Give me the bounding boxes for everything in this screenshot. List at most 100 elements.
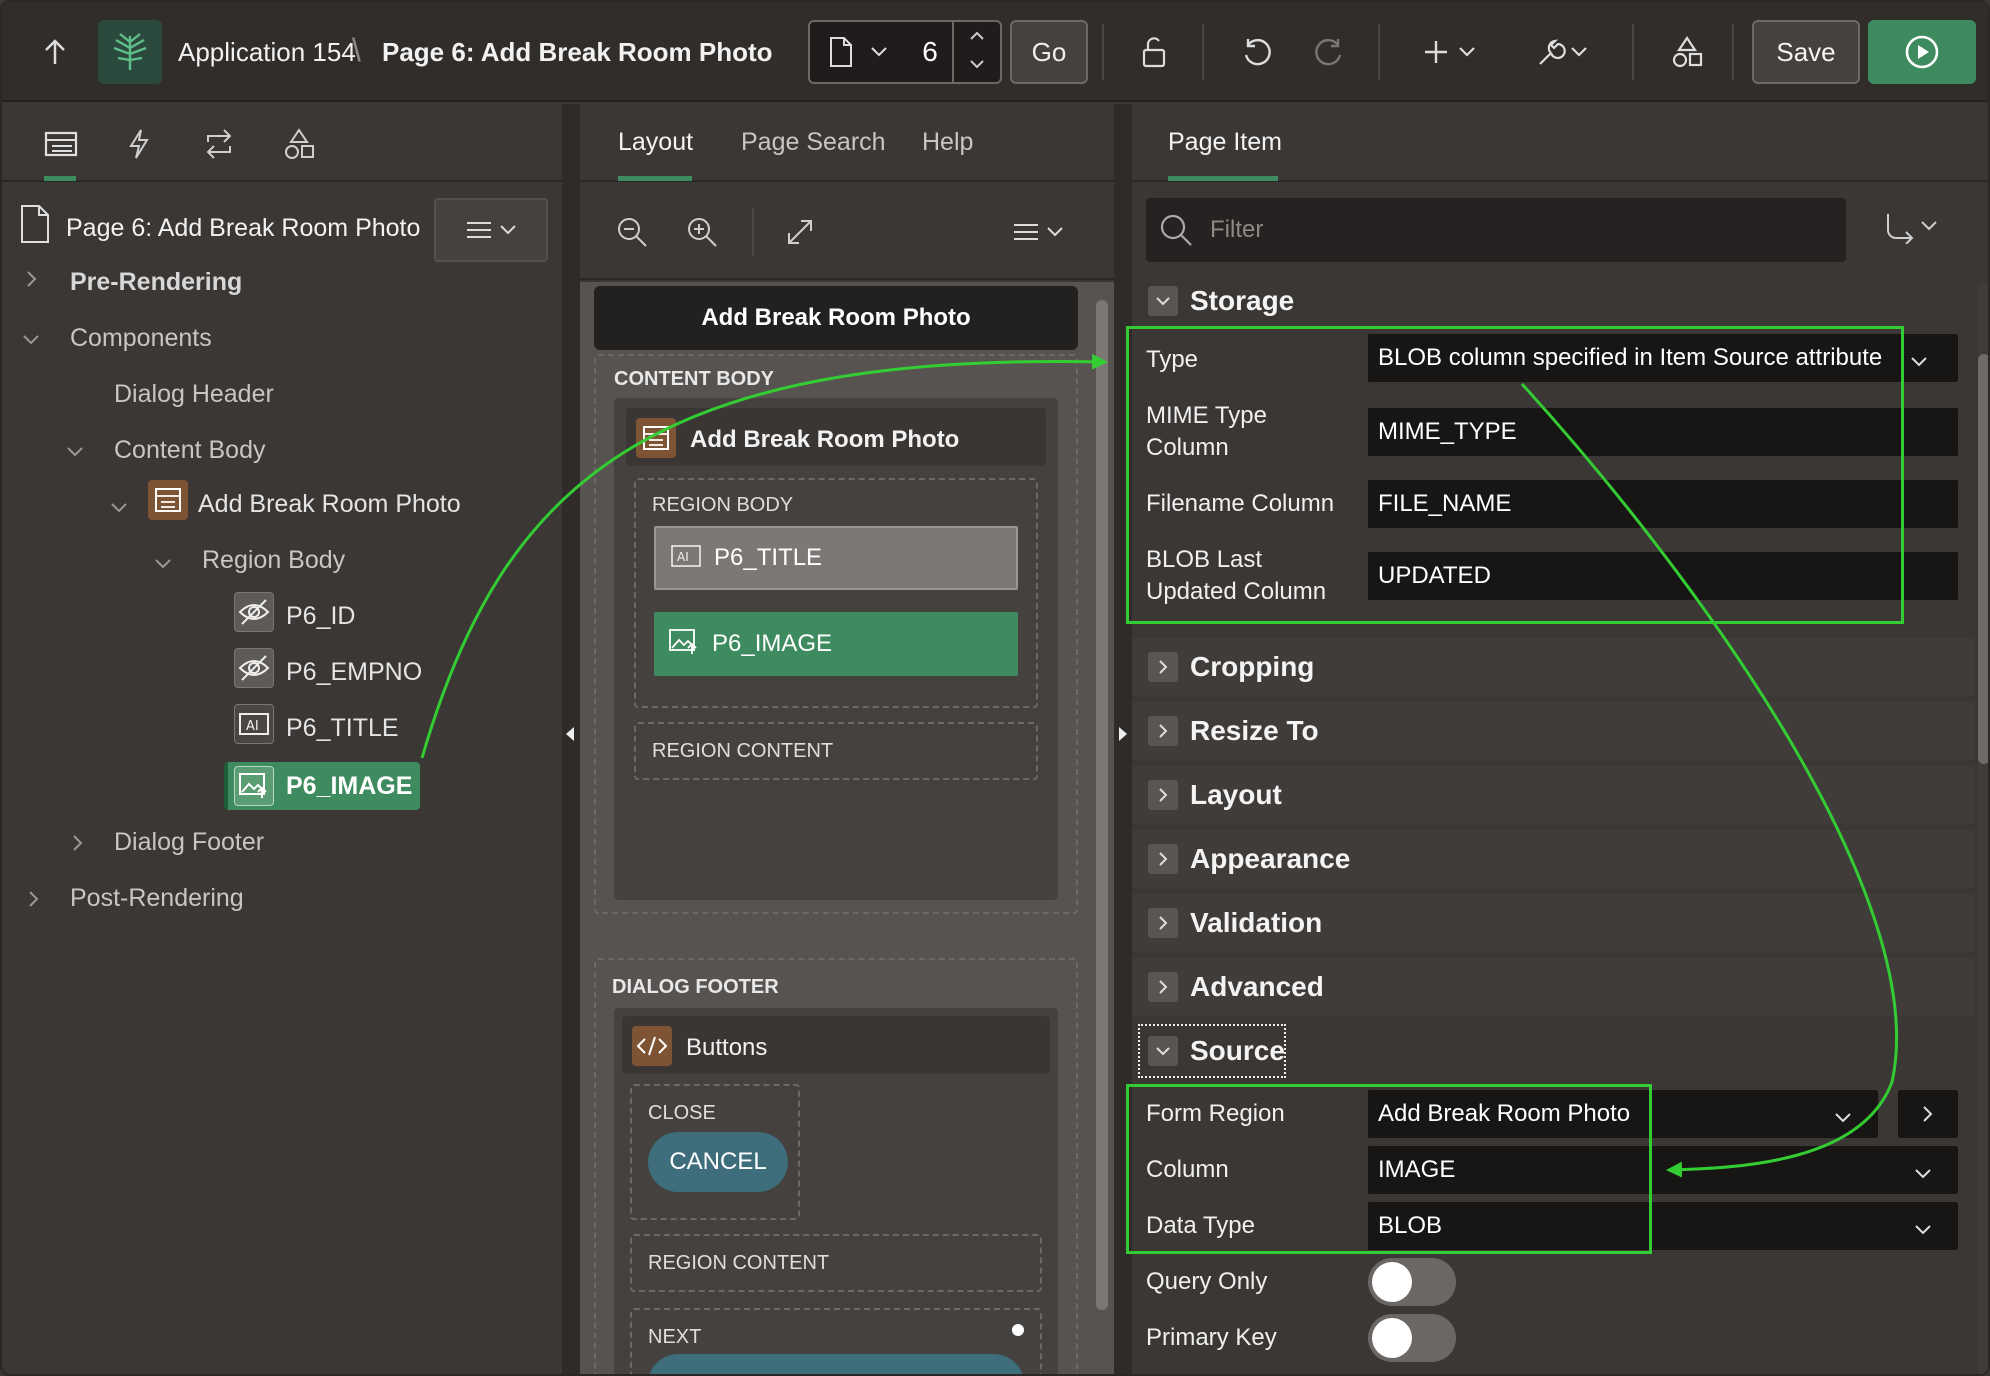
tree-node-p6-image[interactable]: P6_IMAGE [286, 772, 412, 801]
tree-node-region[interactable]: Add Break Room Photo [198, 490, 461, 519]
dynamic-actions-tab-icon[interactable] [114, 122, 164, 166]
layout-menu-icon[interactable] [1006, 210, 1070, 254]
go-to-region-button[interactable] [1898, 1090, 1958, 1138]
create-button[interactable]: CREATE [648, 1354, 1024, 1374]
redo-icon[interactable] [1304, 30, 1354, 74]
chevron-right-icon[interactable] [1148, 844, 1178, 874]
chevron-down-icon[interactable] [1148, 1036, 1178, 1066]
run-page-button[interactable] [1868, 20, 1976, 84]
document-icon[interactable] [828, 36, 854, 73]
create-menu-icon[interactable] [1412, 30, 1492, 74]
item-p6-image[interactable]: P6_IMAGE [654, 612, 1018, 676]
left-pane-splitter[interactable] [562, 104, 580, 1374]
tree-node-content-body[interactable]: Content Body [114, 436, 266, 465]
chevron-right-icon[interactable] [26, 268, 38, 294]
processing-tab-icon[interactable] [194, 122, 244, 166]
buttons-region-title: Buttons [686, 1034, 768, 1061]
chevron-down-icon[interactable] [154, 550, 172, 576]
property-filter[interactable]: Filter [1146, 198, 1846, 262]
up-arrow-icon[interactable] [30, 30, 80, 74]
group-validation[interactable]: Validation [1132, 894, 1974, 952]
decrement-icon[interactable] [962, 56, 992, 74]
tab-help[interactable]: Help [922, 128, 973, 157]
go-to-group-icon[interactable] [1882, 212, 1942, 251]
group-advanced[interactable]: Advanced [1132, 958, 1974, 1016]
tab-page-search[interactable]: Page Search [741, 128, 886, 157]
left-pane-tabs [2, 104, 562, 182]
collapse-left-icon[interactable] [565, 726, 575, 747]
rendering-tab-icon[interactable] [36, 122, 86, 166]
shared-components-icon[interactable] [1662, 30, 1712, 74]
go-button[interactable]: Go [1010, 20, 1088, 84]
source-highlight-box [1126, 1084, 1652, 1254]
tree-node-region-body[interactable]: Region Body [202, 546, 345, 575]
group-appearance[interactable]: Appearance [1132, 830, 1974, 888]
zoom-in-icon[interactable] [680, 210, 724, 254]
tree-node-pre-rendering[interactable]: Pre-Rendering [70, 268, 242, 297]
item-p6-title[interactable]: AI P6_TITLE [654, 526, 1018, 590]
group-appearance-title: Appearance [1190, 843, 1351, 874]
dialog-footer-label: DIALOG FOOTER [612, 976, 779, 998]
tree-page-label[interactable]: Page 6: Add Break Room Photo [66, 214, 420, 243]
save-button[interactable]: Save [1752, 20, 1860, 84]
expand-icon[interactable] [778, 210, 822, 254]
page-number-input[interactable]: 6 [910, 36, 950, 68]
property-scrollbar-thumb[interactable] [1978, 354, 1988, 764]
group-cropping[interactable]: Cropping [1132, 638, 1974, 696]
tree-menu-button[interactable] [434, 198, 548, 262]
chevron-down-icon[interactable] [1148, 286, 1178, 316]
page-number-picker[interactable]: 6 [808, 20, 1002, 84]
group-source[interactable]: Source [1132, 1022, 1974, 1080]
chevron-down-icon[interactable] [22, 326, 40, 352]
chevron-down-icon[interactable] [1834, 1104, 1852, 1130]
toggle-knob [1372, 1262, 1412, 1302]
group-storage[interactable]: Storage [1132, 272, 1974, 330]
lock-icon[interactable] [1130, 30, 1180, 74]
tree-node-p6-id[interactable]: P6_ID [286, 602, 355, 631]
group-storage-title: Storage [1190, 285, 1295, 316]
top-toolbar: Application 154 \ Page 6: Add Break Room… [2, 2, 1988, 102]
collapse-right-icon[interactable] [1118, 726, 1128, 747]
chevron-down-icon[interactable] [1910, 348, 1928, 374]
app-name[interactable]: Application 154 [178, 37, 356, 68]
chevron-right-icon[interactable] [28, 888, 40, 914]
chevron-right-icon[interactable] [1148, 972, 1178, 1002]
tree-node-dialog-header[interactable]: Dialog Header [114, 380, 274, 409]
layout-canvas[interactable]: Add Break Room Photo CONTENT BODY Add Br… [580, 282, 1114, 1374]
primary-key-toggle[interactable] [1368, 1314, 1456, 1362]
chevron-right-icon[interactable] [72, 832, 84, 858]
group-resize-to[interactable]: Resize To [1132, 702, 1974, 760]
zoom-out-icon[interactable] [610, 210, 654, 254]
canvas-scrollbar[interactable] [1096, 300, 1108, 1310]
chevron-right-icon[interactable] [1148, 908, 1178, 938]
image-item-icon [234, 766, 274, 806]
tab-page-item[interactable]: Page Item [1168, 128, 1282, 157]
tree-node-dialog-footer[interactable]: Dialog Footer [114, 828, 264, 857]
increment-icon[interactable] [962, 28, 992, 46]
hidden-item-icon [234, 592, 274, 632]
query-only-toggle[interactable] [1368, 1258, 1456, 1306]
resize-handle[interactable] [1010, 1322, 1026, 1338]
chevron-down-icon[interactable] [1914, 1160, 1932, 1186]
undo-icon[interactable] [1232, 30, 1282, 74]
tree-node-p6-empno[interactable]: P6_EMPNO [286, 658, 422, 687]
middle-pane-tabs: Layout Page Search Help [580, 104, 1114, 182]
cancel-button[interactable]: CANCEL [648, 1132, 788, 1192]
chevron-down-icon[interactable] [870, 38, 888, 64]
chevron-down-icon[interactable] [1914, 1216, 1932, 1242]
divider [1202, 24, 1204, 80]
chevron-right-icon[interactable] [1148, 716, 1178, 746]
tree-node-components[interactable]: Components [70, 324, 212, 353]
group-layout[interactable]: Layout [1132, 766, 1974, 824]
tree-node-p6-title[interactable]: P6_TITLE [286, 714, 399, 743]
app-logo-icon[interactable] [98, 20, 162, 84]
property-editor-panel: Page Item Filter Storage Type BLOB colum… [1126, 104, 1988, 1374]
shared-components-tab-icon[interactable] [274, 122, 324, 166]
chevron-right-icon[interactable] [1148, 652, 1178, 682]
chevron-down-icon[interactable] [110, 494, 128, 520]
wrench-icon[interactable] [1524, 30, 1604, 74]
tree-node-post-rendering[interactable]: Post-Rendering [70, 884, 244, 913]
chevron-right-icon[interactable] [1148, 780, 1178, 810]
tab-layout[interactable]: Layout [618, 128, 693, 157]
chevron-down-icon[interactable] [66, 438, 84, 464]
